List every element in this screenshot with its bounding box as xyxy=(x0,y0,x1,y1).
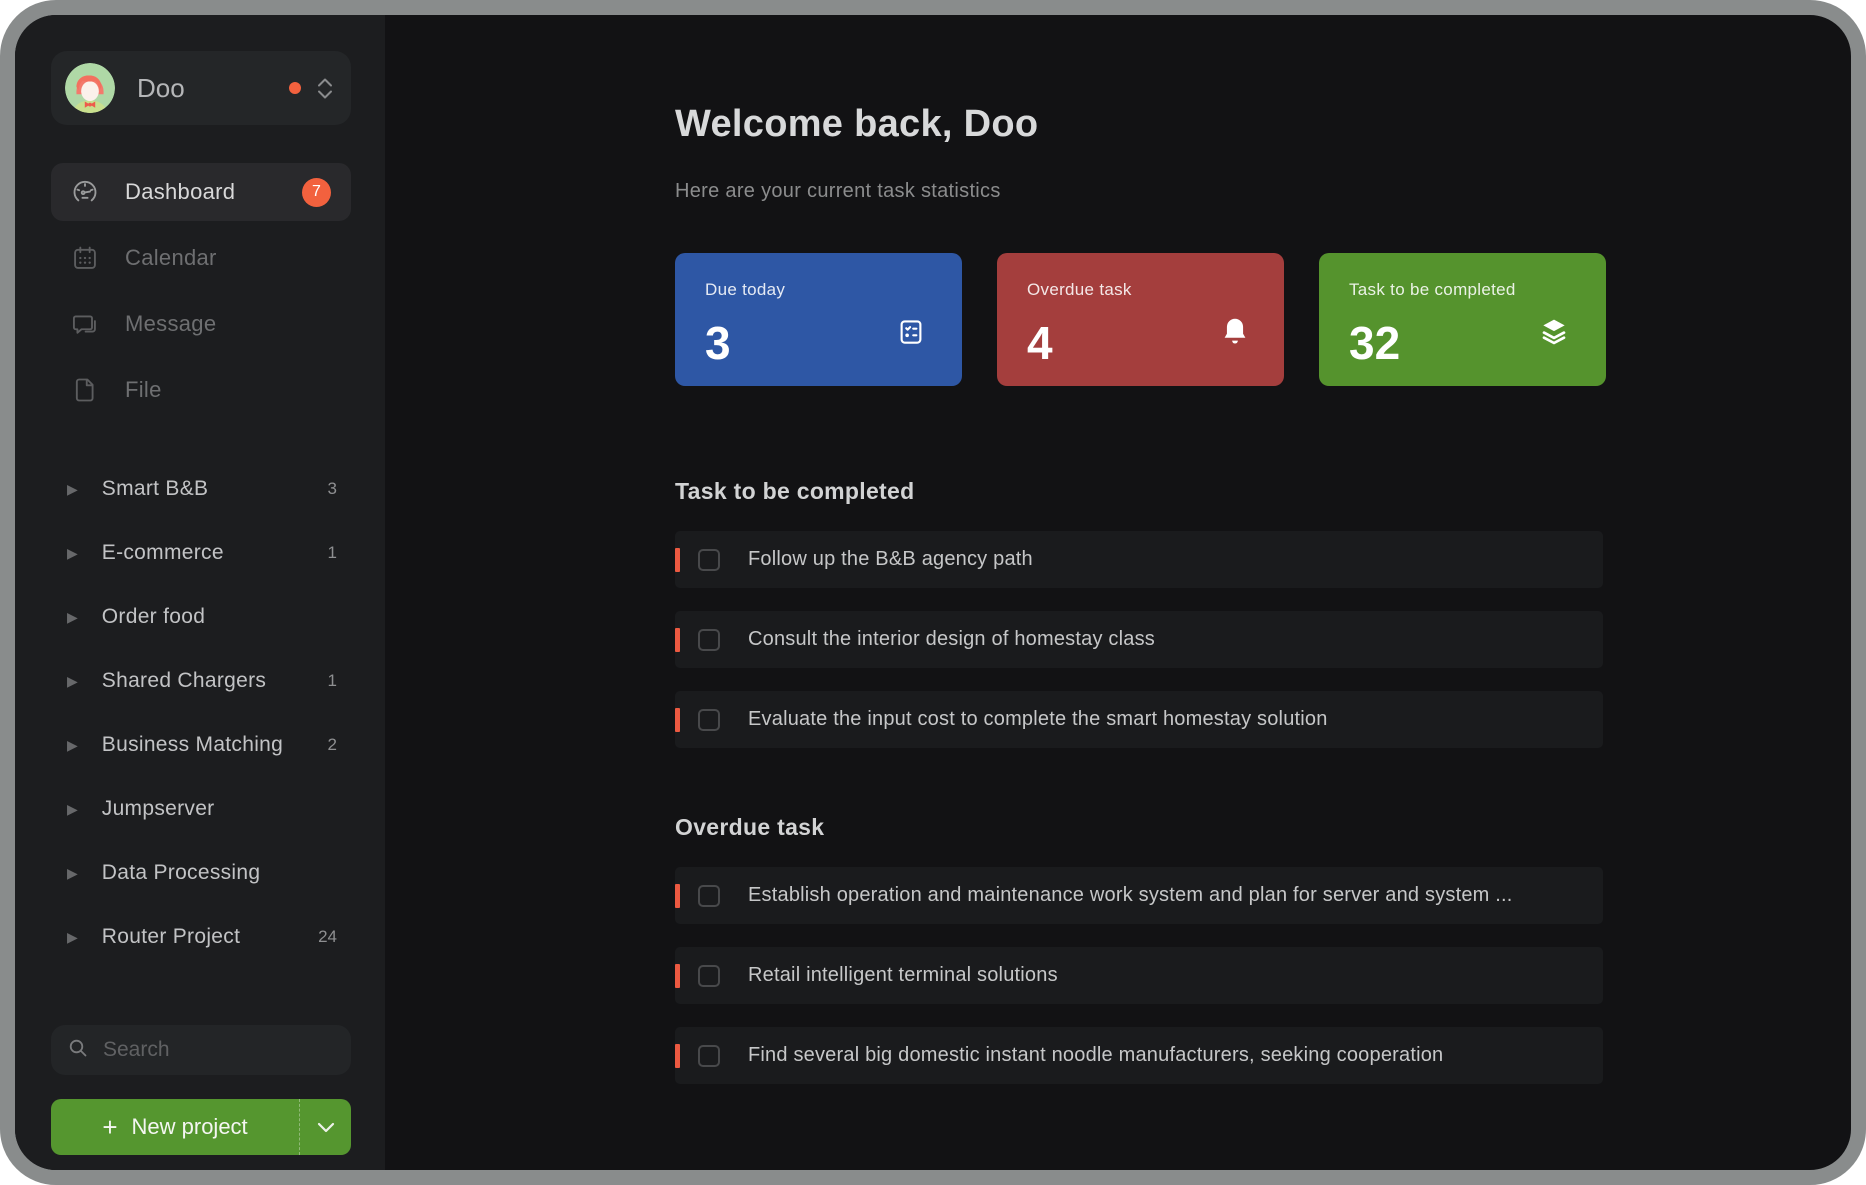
layers-icon xyxy=(1538,315,1570,352)
project-item-jumpserver[interactable]: ▶ Jumpserver xyxy=(51,777,351,841)
nav-label: Calendar xyxy=(125,245,331,271)
project-count: 3 xyxy=(328,479,337,499)
task-list: Follow up the B&B agency path Consult th… xyxy=(675,531,1851,748)
project-item-router-project[interactable]: ▶ Router Project 24 xyxy=(51,905,351,969)
stat-label: Task to be completed xyxy=(1349,280,1576,300)
task-row[interactable]: Retail intelligent terminal solutions xyxy=(675,947,1603,1004)
project-count: 2 xyxy=(328,735,337,755)
task-label: Retail intelligent terminal solutions xyxy=(748,964,1058,987)
task-label: Follow up the B&B agency path xyxy=(748,548,1033,571)
nav-item-dashboard[interactable]: Dashboard 7 xyxy=(51,163,351,221)
project-item-data-processing[interactable]: ▶ Data Processing xyxy=(51,841,351,905)
main-content: Welcome back, Doo Here are your current … xyxy=(385,15,1851,1170)
new-project-split-button: + New project xyxy=(51,1099,351,1155)
page-subtitle: Here are your current task statistics xyxy=(675,180,1851,203)
section-title: Overdue task xyxy=(675,814,1851,841)
priority-bar xyxy=(675,628,680,652)
stat-label: Overdue task xyxy=(1027,280,1254,300)
task-checkbox[interactable] xyxy=(698,965,720,987)
status-dot xyxy=(289,82,301,94)
user-name: Doo xyxy=(137,73,185,104)
chevron-down-icon xyxy=(317,1122,335,1133)
chevron-right-icon: ▶ xyxy=(67,930,78,944)
sidebar-bottom: + New project xyxy=(51,1025,351,1155)
task-label: Find several big domestic instant noodle… xyxy=(748,1044,1443,1067)
chevron-right-icon: ▶ xyxy=(67,802,78,816)
task-label: Consult the interior design of homestay … xyxy=(748,628,1155,651)
plus-icon: + xyxy=(102,1114,117,1140)
task-label: Establish operation and maintenance work… xyxy=(748,884,1513,907)
user-menu[interactable]: Doo xyxy=(51,51,351,125)
project-item-business-matching[interactable]: ▶ Business Matching 2 xyxy=(51,713,351,777)
priority-bar xyxy=(675,1044,680,1068)
project-list: ▶ Smart B&B 3 ▶ E-commerce 1 ▶ Order foo… xyxy=(51,457,351,969)
priority-bar xyxy=(675,708,680,732)
project-item-order-food[interactable]: ▶ Order food xyxy=(51,585,351,649)
priority-bar xyxy=(675,964,680,988)
page-title: Welcome back, Doo xyxy=(675,103,1851,146)
section-task-to-be-completed: Task to be completed Follow up the B&B a… xyxy=(675,478,1851,748)
search-box xyxy=(51,1025,351,1075)
chevron-right-icon: ▶ xyxy=(67,482,78,496)
task-row[interactable]: Follow up the B&B agency path xyxy=(675,531,1603,588)
sidebar: Doo Dashboard 7 xyxy=(15,15,385,1170)
chat-icon xyxy=(71,310,99,338)
search-input[interactable] xyxy=(103,1038,335,1062)
chevron-updown-icon[interactable] xyxy=(317,78,333,99)
nav-item-file[interactable]: File xyxy=(51,361,351,419)
nav-label: Dashboard xyxy=(125,179,302,205)
task-row[interactable]: Consult the interior design of homestay … xyxy=(675,611,1603,668)
task-checkbox[interactable] xyxy=(698,549,720,571)
stat-cards: Due today 3 Overdue task 4 xyxy=(675,253,1851,386)
project-item-shared-chargers[interactable]: ▶ Shared Chargers 1 xyxy=(51,649,351,713)
stat-card-overdue-task[interactable]: Overdue task 4 xyxy=(997,253,1284,386)
stat-value: 32 xyxy=(1349,316,1400,370)
chevron-right-icon: ▶ xyxy=(67,866,78,880)
section-title: Task to be completed xyxy=(675,478,1851,505)
chevron-right-icon: ▶ xyxy=(67,674,78,688)
nav-menu: Dashboard 7 Calendar xyxy=(51,163,351,427)
calendar-icon xyxy=(71,244,99,272)
task-checkbox[interactable] xyxy=(698,629,720,651)
stat-value: 4 xyxy=(1027,316,1053,370)
bell-icon xyxy=(1222,317,1248,352)
new-project-button[interactable]: + New project xyxy=(51,1099,299,1155)
stat-card-due-today[interactable]: Due today 3 xyxy=(675,253,962,386)
new-project-dropdown-button[interactable] xyxy=(299,1099,351,1155)
stat-card-task-to-be-completed[interactable]: Task to be completed 32 xyxy=(1319,253,1606,386)
file-icon xyxy=(71,376,99,404)
task-checkbox[interactable] xyxy=(698,709,720,731)
search-icon xyxy=(67,1037,89,1064)
new-project-label: New project xyxy=(132,1114,248,1140)
task-label: Evaluate the input cost to complete the … xyxy=(748,708,1328,731)
task-list-icon xyxy=(896,317,926,352)
task-checkbox[interactable] xyxy=(698,885,720,907)
section-overdue-task: Overdue task Establish operation and mai… xyxy=(675,814,1851,1084)
stat-label: Due today xyxy=(705,280,932,300)
task-row[interactable]: Evaluate the input cost to complete the … xyxy=(675,691,1603,748)
task-list: Establish operation and maintenance work… xyxy=(675,867,1851,1084)
project-count: 1 xyxy=(328,543,337,563)
task-row[interactable]: Find several big domestic instant noodle… xyxy=(675,1027,1603,1084)
task-row[interactable]: Establish operation and maintenance work… xyxy=(675,867,1603,924)
chevron-right-icon: ▶ xyxy=(67,738,78,752)
nav-item-message[interactable]: Message xyxy=(51,295,351,353)
priority-bar xyxy=(675,884,680,908)
gauge-icon xyxy=(71,178,99,206)
stat-value: 3 xyxy=(705,316,731,370)
project-count: 1 xyxy=(328,671,337,691)
chevron-right-icon: ▶ xyxy=(67,610,78,624)
project-count: 24 xyxy=(318,927,337,947)
avatar xyxy=(65,63,115,113)
task-checkbox[interactable] xyxy=(698,1045,720,1067)
nav-label: File xyxy=(125,377,331,403)
nav-label: Message xyxy=(125,311,331,337)
notification-badge: 7 xyxy=(302,178,331,207)
chevron-right-icon: ▶ xyxy=(67,546,78,560)
project-item-ecommerce[interactable]: ▶ E-commerce 1 xyxy=(51,521,351,585)
app-window: Doo Dashboard 7 xyxy=(0,0,1866,1185)
project-item-smart-bb[interactable]: ▶ Smart B&B 3 xyxy=(51,457,351,521)
priority-bar xyxy=(675,548,680,572)
nav-item-calendar[interactable]: Calendar xyxy=(51,229,351,287)
